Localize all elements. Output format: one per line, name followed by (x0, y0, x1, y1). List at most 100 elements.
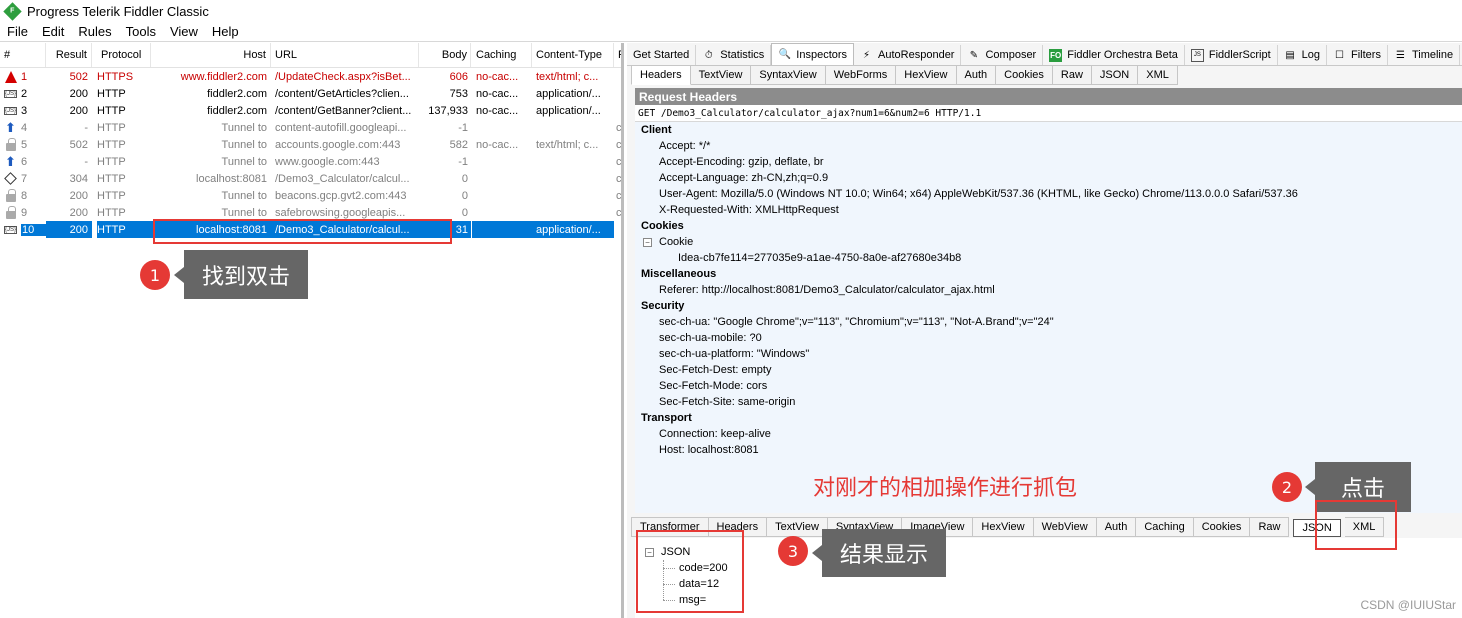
session-content-type (532, 153, 614, 170)
json-icon: {JS} (4, 225, 18, 234)
menu-bar: File Edit Rules Tools View Help (0, 22, 1462, 42)
response-tab-textview[interactable]: TextView (767, 517, 828, 537)
menu-help[interactable]: Help (205, 24, 246, 39)
tab-label: FiddlerScript (1208, 49, 1271, 61)
request-line[interactable]: GET /Demo3_Calculator/calculator_ajax?nu… (635, 105, 1462, 122)
tab-statistics[interactable]: ⏱ Statistics (696, 45, 772, 65)
session-result: 502 (69, 138, 88, 151)
header-sec-fetch-mode[interactable]: Sec-Fetch-Mode: cors (635, 378, 1462, 394)
response-tab-webview[interactable]: WebView (1033, 517, 1097, 537)
session-caching: no-cac... (476, 70, 519, 83)
header-connection[interactable]: Connection: keep-alive (635, 426, 1462, 442)
session-row[interactable]: ⬆ 4- HTTP Tunnel to content-autofill.googlea… (0, 119, 621, 136)
request-tab-textview[interactable]: TextView (690, 65, 752, 85)
tab-inspectors[interactable]: 🔍 Inspectors (771, 43, 855, 65)
col-header-num[interactable]: # (0, 43, 46, 67)
request-tab-auth[interactable]: Auth (956, 65, 997, 85)
col-header-protocol[interactable]: Protocol (97, 43, 151, 67)
tab-composer[interactable]: ✎ Composer (961, 45, 1044, 65)
col-header-content-type[interactable]: Content-Type (532, 43, 614, 67)
session-num-label: 2 (21, 87, 28, 100)
header-sec-ch-ua[interactable]: sec-ch-ua: "Google Chrome";v="113", "Chr… (635, 314, 1462, 330)
tab-timeline[interactable]: ☰ Timeline (1388, 45, 1461, 65)
session-content-type (532, 187, 614, 204)
request-tab-webforms[interactable]: WebForms (825, 65, 897, 85)
response-tab-auth[interactable]: Auth (1096, 517, 1137, 537)
menu-tools[interactable]: Tools (119, 24, 163, 39)
session-row[interactable]: {JS} 2 200 HTTP fiddler2.com/content/GetArti… (0, 85, 621, 102)
col-header-host[interactable]: Host (151, 43, 271, 67)
header-accept[interactable]: Accept: */* (635, 138, 1462, 154)
diamond-icon (4, 172, 17, 185)
tab-get-started[interactable]: Get Started (627, 45, 697, 65)
session-row[interactable]: {JS} 3 200 HTTP fiddler2.com/content/GetBann… (0, 102, 621, 119)
annotation-middle-note: 对刚才的相加操作进行抓包 (813, 476, 1078, 501)
request-tab-syntaxview[interactable]: SyntaxView (751, 65, 826, 85)
menu-file[interactable]: File (0, 24, 35, 39)
session-p: c (616, 172, 622, 185)
request-tab-cookies[interactable]: Cookies (996, 65, 1053, 85)
menu-rules[interactable]: Rules (71, 24, 118, 39)
request-tab-xml[interactable]: XML (1138, 65, 1178, 85)
header-referer[interactable]: Referer: http://localhost:8081/Demo3_Cal… (635, 282, 1462, 298)
header-accept-encoding[interactable]: Accept-Encoding: gzip, deflate, br (635, 154, 1462, 170)
session-p (614, 221, 621, 238)
session-body: 753 (449, 87, 468, 100)
header-user-agent[interactable]: User-Agent: Mozilla/5.0 (Windows NT 10.0… (635, 186, 1462, 202)
tab-log[interactable]: ▤ Log (1278, 45, 1327, 65)
tab-filters[interactable]: ☐ Filters (1327, 45, 1388, 65)
header-accept-language[interactable]: Accept-Language: zh-CN,zh;q=0.9 (635, 170, 1462, 186)
request-tab-raw[interactable]: Raw (1052, 65, 1092, 85)
session-result: 200 (69, 206, 88, 219)
tab-fiddler-orchestra-beta[interactable]: FO Fiddler Orchestra Beta (1043, 45, 1185, 65)
header-sec-ch-ua-platform[interactable]: sec-ch-ua-platform: "Windows" (635, 346, 1462, 362)
cookie-node[interactable]: − Cookie (635, 234, 1462, 250)
header-x-requested-with[interactable]: X-Requested-With: XMLHttpRequest (635, 202, 1462, 218)
window-title: Progress Telerik Fiddler Classic (27, 3, 209, 19)
annotation-badge-1: 1 (140, 260, 170, 290)
session-result: - (84, 121, 88, 134)
annotation-callout-1: 找到双击 (174, 250, 308, 299)
menu-edit[interactable]: Edit (35, 24, 71, 39)
annotation-callout-3: 结果显示 (812, 529, 946, 577)
request-tab-json[interactable]: JSON (1091, 65, 1139, 85)
session-row[interactable]: 5 502 HTTP Tunnel to accounts.google.com:443… (0, 136, 621, 153)
collapse-toggle-icon[interactable]: − (643, 237, 652, 247)
response-tab-raw[interactable]: Raw (1250, 517, 1290, 537)
session-num: 9 (0, 204, 46, 221)
response-tab-cookies[interactable]: Cookies (1193, 517, 1251, 537)
session-result: 200 (46, 221, 92, 238)
session-caching (472, 221, 532, 238)
header-host[interactable]: Host: localhost:8081 (635, 442, 1462, 458)
session-num: 5 (0, 136, 46, 153)
request-tab-headers[interactable]: Headers (631, 65, 691, 85)
header-sec-fetch-site[interactable]: Sec-Fetch-Site: same-origin (635, 394, 1462, 410)
col-header-url[interactable]: URL (271, 43, 419, 67)
session-body: -1 (458, 121, 468, 134)
tab-autoresponder[interactable]: ⚡ AutoResponder (854, 45, 962, 65)
session-result: 200 (69, 87, 88, 100)
header-sec-ch-ua-mobile[interactable]: sec-ch-ua-mobile: ?0 (635, 330, 1462, 346)
cookie-value[interactable]: Idea-cb7fe114=277035e9-a1ae-4750-8a0e-af… (635, 250, 1462, 266)
response-tab-hexview[interactable]: HexView (973, 517, 1034, 537)
session-body: -1 (458, 155, 468, 168)
request-tab-hexview[interactable]: HexView (896, 65, 957, 85)
session-row[interactable]: ⬆ 6- HTTP Tunnel to www.google.com:443 -1 c (0, 153, 621, 170)
header-sec-fetch-dest[interactable]: Sec-Fetch-Dest: empty (635, 362, 1462, 378)
session-body: 582 (449, 138, 468, 151)
session-url: /Demo3_Calculator/calcul... (275, 172, 410, 185)
session-host: Tunnel to (221, 138, 267, 151)
warning-icon (4, 70, 17, 83)
menu-view[interactable]: View (163, 24, 205, 39)
col-header-body[interactable]: Body (419, 43, 471, 67)
col-header-caching[interactable]: Caching (472, 43, 532, 67)
response-tab-caching[interactable]: Caching (1136, 517, 1194, 537)
col-header-p[interactable]: P (614, 43, 621, 67)
session-row[interactable]: 7 304 HTTP localhost:8081/Demo3_Calculator/… (0, 170, 621, 187)
session-row[interactable]: 1 502 HTTPS www.fiddler2.com/UpdateCheck.as… (0, 68, 621, 85)
tab-fiddlerscript[interactable]: JS FiddlerScript (1185, 45, 1278, 65)
col-header-result[interactable]: Result (46, 43, 92, 67)
tab-label: AutoResponder (878, 49, 955, 61)
cookie-node-label: Cookie (659, 236, 694, 248)
session-row[interactable]: 8 200 HTTP Tunnel to beacons.gcp.gvt2.com:44… (0, 187, 621, 204)
